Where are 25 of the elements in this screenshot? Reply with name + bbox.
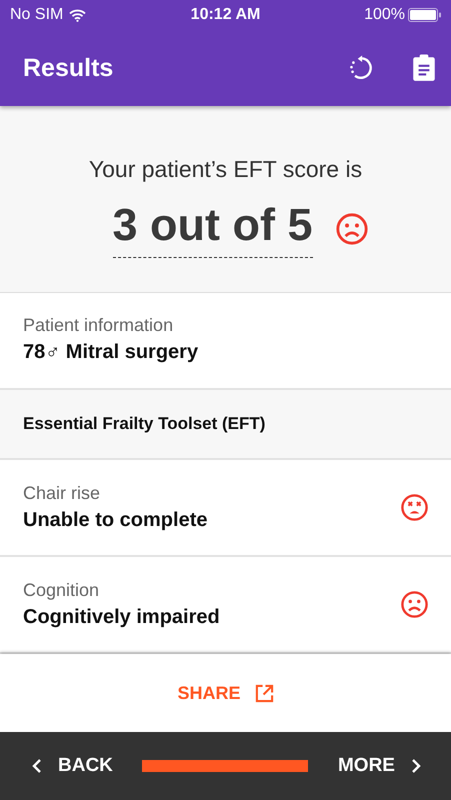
chevron-left-icon [32,758,42,774]
field-value: Unable to complete [23,509,208,532]
clipboard-icon [411,54,437,82]
field-label: Patient information [23,315,174,336]
sad-face-icon [400,590,429,619]
external-link-icon [254,684,274,702]
carrier-text: No SIM [10,6,64,24]
battery-icon [408,8,441,22]
field-label: Cognition [23,580,100,601]
field-value: Cognitively impaired [23,606,220,629]
field-value: 78♂ Mitral surgery [23,341,200,364]
score-heading: Your patient’s EFT score is [88,156,362,183]
sad-face-icon [334,212,368,246]
section-header: Essential Frailty Toolset (EFT) [0,390,451,460]
chevron-right-icon [410,758,421,774]
battery-text: 100% [364,6,405,24]
screen-title: Results [23,54,114,82]
restart-icon [348,55,374,81]
clock-text: 10:12 AM [190,6,260,24]
more-button[interactable]: MORE [334,751,425,781]
wifi-icon [69,8,86,22]
field-label: Chair rise [23,483,102,504]
back-button[interactable]: BACK [28,751,117,781]
score-value: 3 out of 5 [112,199,312,258]
dizzy-face-icon [400,493,429,522]
